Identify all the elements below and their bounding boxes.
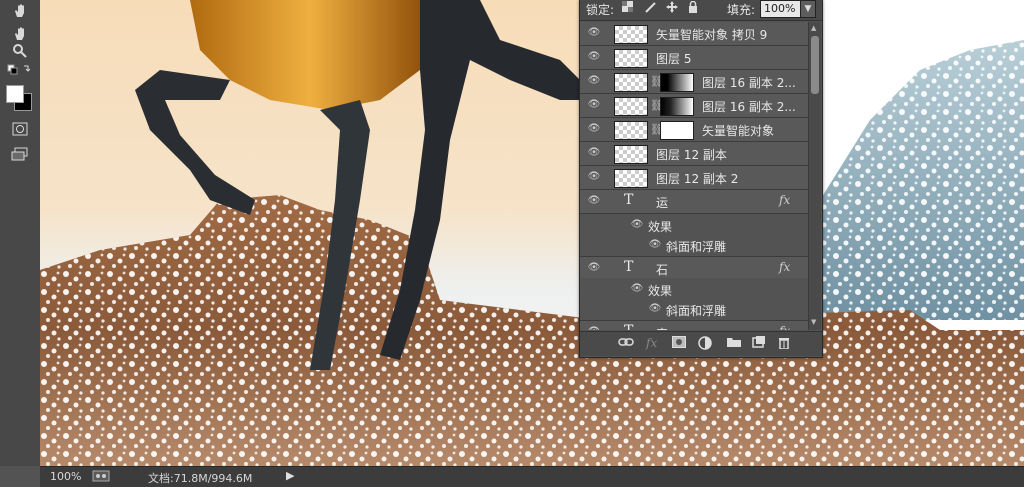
link-layers-icon[interactable] xyxy=(618,336,634,351)
layer-mask-thumbnail[interactable] xyxy=(660,97,694,116)
canvas-artwork xyxy=(40,0,1024,466)
layer-style-icon[interactable]: fx xyxy=(646,336,657,350)
fill-input[interactable]: 100% xyxy=(760,0,801,18)
eye-icon[interactable]: 👁 xyxy=(648,239,662,251)
text-layer-icon: T xyxy=(624,259,634,275)
tools-panel xyxy=(0,0,41,466)
layer-row[interactable]: 👁 图层 5 xyxy=(580,46,808,70)
layer-name: 图层 5 xyxy=(656,52,692,66)
layer-row[interactable]: 👁 矢量智能对象 拷贝 9 xyxy=(580,22,808,46)
lock-bar: 锁定: 填充: 100% ▼ xyxy=(580,0,822,21)
hand-tool-icon[interactable] xyxy=(6,0,34,22)
zoom-level[interactable]: 100% xyxy=(50,470,81,483)
fill-dropdown-icon[interactable]: ▼ xyxy=(800,0,816,18)
eye-icon[interactable]: 👁 xyxy=(587,99,601,111)
layers-bottom-toolbar: fx xyxy=(580,331,822,356)
text-layer-icon: T xyxy=(624,192,634,208)
effect-name: 斜面和浮雕 xyxy=(666,240,727,254)
layer-mask-thumbnail[interactable] xyxy=(660,73,694,92)
lock-all-icon[interactable] xyxy=(688,0,698,16)
layer-name: 图层 12 副本 xyxy=(656,148,727,162)
document-info: 文档:71.8M/994.6M xyxy=(148,472,253,485)
layer-thumbnail xyxy=(614,25,648,44)
effects-label: 效果 xyxy=(648,220,673,234)
layer-name: 运 xyxy=(656,196,669,210)
eye-icon[interactable]: 👁 xyxy=(587,51,601,63)
eye-icon[interactable]: 👁 xyxy=(587,75,601,87)
deer-body xyxy=(190,0,430,110)
fx-icon[interactable]: fx xyxy=(779,324,790,330)
layer-name: 石 xyxy=(656,263,669,277)
eye-icon[interactable]: 👁 xyxy=(587,195,601,207)
deer-back-leg xyxy=(135,70,255,215)
layer-row[interactable]: 👁 ⛓ 图层 16 副本 2... xyxy=(580,94,808,118)
lock-transparent-icon[interactable] xyxy=(622,1,633,15)
layer-thumbnail xyxy=(614,49,648,68)
eye-icon[interactable]: 👁 xyxy=(587,147,601,159)
layer-name: 图层 12 副本 2 xyxy=(656,172,739,186)
adjustment-layer-icon[interactable] xyxy=(698,336,712,353)
brush-lock-icon[interactable] xyxy=(644,1,656,16)
layer-row[interactable]: 👁 ⛓ 图层 16 副本 2... xyxy=(580,70,808,94)
layers-panel: 锁定: 填充: 100% ▼ 👁 矢量智能对象 拷贝 9 👁 图层 5 👁 ⛓ … xyxy=(579,0,823,358)
layer-thumbnail xyxy=(614,145,648,164)
default-colors-icon[interactable] xyxy=(6,62,34,76)
document-canvas[interactable] xyxy=(40,0,1024,466)
lock-label: 锁定: xyxy=(586,3,615,17)
layers-scrollbar[interactable]: ▲ ▼ xyxy=(808,22,821,330)
zoom-tool-icon[interactable] xyxy=(6,40,34,62)
effects-label: 效果 xyxy=(648,284,673,298)
eye-icon[interactable]: 👁 xyxy=(587,123,601,135)
status-bar-icon[interactable] xyxy=(92,469,110,486)
layer-thumbnail xyxy=(614,169,648,188)
status-menu-arrow-icon[interactable]: ▶ xyxy=(286,469,294,482)
eye-icon[interactable]: 👁 xyxy=(587,171,601,183)
eye-icon[interactable]: 👁 xyxy=(587,326,601,330)
layer-name: 矢量智能对象 xyxy=(702,124,775,138)
fx-icon[interactable]: fx xyxy=(779,193,790,207)
fill-label: 填充: xyxy=(727,3,756,17)
scroll-down-icon[interactable]: ▼ xyxy=(811,318,816,326)
layers-list: 👁 矢量智能对象 拷贝 9 👁 图层 5 👁 ⛓ 图层 16 副本 2... 👁… xyxy=(580,22,808,330)
new-group-icon[interactable] xyxy=(726,336,742,351)
layer-name: 来 xyxy=(656,325,668,330)
layer-row[interactable]: 👁 图层 12 副本 xyxy=(580,142,808,166)
layer-row[interactable]: 👁 图层 12 副本 2 xyxy=(580,166,808,190)
delete-layer-icon[interactable] xyxy=(778,336,790,352)
layer-thumbnail xyxy=(614,73,648,92)
text-layer-row[interactable]: 👁 T 运 fx xyxy=(580,190,808,214)
screen-mode-icon[interactable] xyxy=(6,143,34,165)
text-layer-icon: T xyxy=(624,323,633,330)
eye-icon[interactable]: 👁 xyxy=(587,262,601,274)
eye-icon[interactable]: 👁 xyxy=(587,27,601,39)
fx-icon[interactable]: fx xyxy=(779,260,790,274)
layer-name: 矢量智能对象 拷贝 9 xyxy=(656,28,768,42)
eye-icon[interactable]: 👁 xyxy=(630,219,644,231)
status-bar: 100% 文档:71.8M/994.6M ▶ xyxy=(40,466,1024,487)
layer-name: 图层 16 副本 2... xyxy=(702,100,796,114)
effect-row[interactable]: 👁 斜面和浮雕 xyxy=(580,298,808,321)
scroll-up-icon[interactable]: ▲ xyxy=(811,24,816,32)
effect-name: 斜面和浮雕 xyxy=(666,304,727,318)
text-layer-row[interactable]: 👁 T 来 fx xyxy=(580,320,808,330)
scrollbar-thumb[interactable] xyxy=(811,36,819,94)
new-layer-icon[interactable] xyxy=(752,336,766,351)
eye-icon[interactable]: 👁 xyxy=(648,303,662,315)
move-lock-icon[interactable] xyxy=(666,1,678,16)
layer-name: 图层 16 副本 2... xyxy=(702,76,796,90)
effect-row[interactable]: 👁 斜面和浮雕 xyxy=(580,234,808,257)
foreground-color-swatch[interactable] xyxy=(6,85,24,103)
layer-thumbnail xyxy=(614,121,648,140)
add-mask-icon[interactable] xyxy=(672,336,686,351)
layer-thumbnail xyxy=(614,97,648,116)
eye-icon[interactable]: 👁 xyxy=(630,283,644,295)
quick-mask-icon[interactable] xyxy=(6,118,34,140)
layer-row[interactable]: 👁 ⛓ 矢量智能对象 xyxy=(580,118,808,142)
layer-mask-thumbnail[interactable] xyxy=(660,121,694,140)
